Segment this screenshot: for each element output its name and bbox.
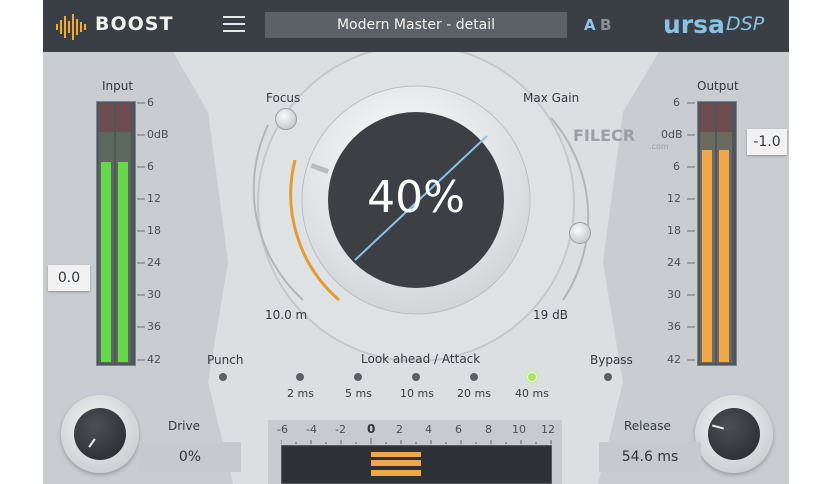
gain-bar-middle <box>371 460 421 466</box>
bypass-label: Bypass <box>590 353 633 367</box>
lookahead-option-label: 2 ms <box>287 387 314 400</box>
release-knob[interactable] <box>708 408 760 460</box>
gain-bar-lower <box>371 470 421 476</box>
main-knob-value[interactable]: 40% <box>336 172 496 223</box>
scale-tick: 8 <box>485 423 492 436</box>
lookahead-option-label: 5 ms <box>345 387 372 400</box>
scale-tick: 4 <box>425 423 432 436</box>
watermark-suffix: .com <box>649 142 669 151</box>
release-label: Release <box>624 419 671 433</box>
scale-tick: -2 <box>335 423 346 436</box>
drive-label: Drive <box>168 419 200 433</box>
gain-reduction-meter <box>281 445 552 484</box>
plugin-window: BOOST Modern Master - detail A B ursa DS… <box>43 0 789 484</box>
lookahead-option-5ms[interactable] <box>354 373 362 381</box>
release-value[interactable]: 54.6 ms <box>599 442 701 472</box>
lookahead-option-40ms[interactable] <box>527 372 537 382</box>
scale-tick: -4 <box>306 423 317 436</box>
scale-tick: 12 <box>541 423 555 436</box>
watermark-text: FILECR <box>573 126 636 145</box>
lookahead-option-10ms[interactable] <box>412 373 420 381</box>
maxgain-slider-handle[interactable] <box>569 222 591 244</box>
bypass-toggle[interactable] <box>604 373 612 381</box>
gain-bar-upper <box>371 452 421 457</box>
main-knob-area <box>252 85 590 315</box>
lookahead-option-20ms[interactable] <box>470 373 478 381</box>
scale-tick: -6 <box>277 423 288 436</box>
drive-knob[interactable] <box>74 408 126 460</box>
scale-tick: 10 <box>512 423 526 436</box>
lookahead-option-2ms[interactable] <box>296 373 304 381</box>
scale-tick-zero: 0 <box>367 422 376 436</box>
scale-tick: 6 <box>455 423 462 436</box>
lookahead-option-label: 10 ms <box>400 387 434 400</box>
scale-tick: 2 <box>396 423 403 436</box>
drive-value[interactable]: 0% <box>139 442 241 472</box>
focus-slider-handle[interactable] <box>275 108 297 130</box>
lookahead-option-label: 20 ms <box>457 387 491 400</box>
lookahead-label: Look ahead / Attack <box>361 352 481 366</box>
scale-tick-marks <box>281 438 552 444</box>
punch-toggle[interactable] <box>219 373 227 381</box>
punch-label: Punch <box>207 353 244 367</box>
lookahead-option-label: 40 ms <box>515 387 549 400</box>
